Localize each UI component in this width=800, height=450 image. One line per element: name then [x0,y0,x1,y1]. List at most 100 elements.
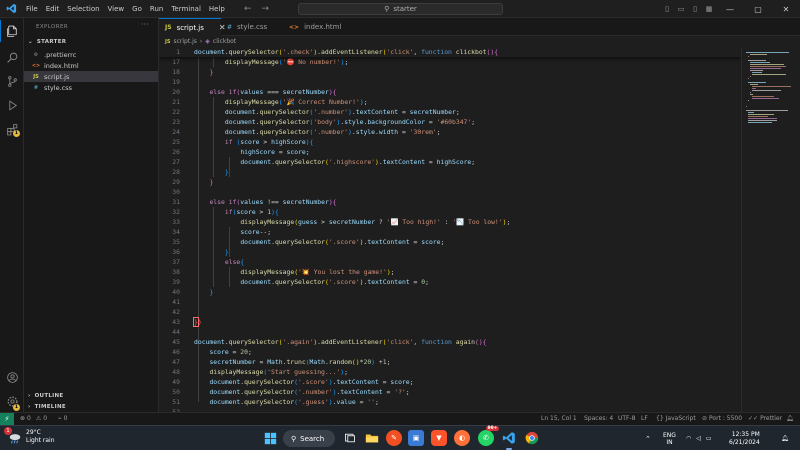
task-view-icon[interactable] [342,430,358,446]
toggle-sidebar-icon[interactable]: ▯ [660,0,674,18]
code-line[interactable]: 50 document.querySelector('.number').tex… [159,387,741,397]
timeline-section[interactable]: › TIMELINE [28,404,66,410]
language-indicator[interactable]: ENG IN [663,426,676,450]
notifications-bell-icon[interactable]: 🔔︎ [786,413,794,425]
code-line[interactable]: 23 document.querySelector('body').style.… [159,117,741,127]
menu-edit[interactable]: Edit [42,0,64,18]
prettier-status[interactable]: ✓✓ Prettier [748,413,782,425]
code-line[interactable]: 41 [159,297,741,307]
breadcrumb-file[interactable]: script.js [173,38,196,45]
tab-style-css[interactable]: # style.css [221,18,283,36]
code-line[interactable]: 25 if (score > highScore){ [159,137,741,147]
code-line[interactable]: 34 score--; [159,227,741,237]
code-line[interactable]: 30 [159,187,741,197]
code-line[interactable]: 27 document.querySelector('.highscore').… [159,157,741,167]
code-line[interactable]: 36 } [159,247,741,257]
toggle-secondary-sidebar-icon[interactable]: ▯ [688,0,702,18]
taskbar-search[interactable]: ⚲ Search [283,430,335,447]
menu-run[interactable]: Run [146,0,167,18]
live-server-port[interactable]: ⊘ Port : 5500 [702,413,742,425]
menu-file[interactable]: File [22,0,42,18]
vscode-taskbar-icon[interactable] [501,430,517,446]
forward-arrow-icon[interactable]: → [262,4,270,14]
code-line[interactable]: 37 else{ [159,257,741,267]
code-line[interactable]: 42 [159,307,741,317]
whatsapp-icon[interactable]: ✆ 99+ [478,426,500,446]
customize-layout-icon[interactable]: ▦ [702,0,716,18]
code-line[interactable]: 22 document.querySelector('.number').tex… [159,107,741,117]
code-line[interactable]: 39 document.querySelector('.score').text… [159,277,741,287]
maximize-button[interactable]: ▢ [744,0,772,18]
explorer-icon[interactable] [0,20,24,42]
code-line[interactable]: 29 } [159,177,741,187]
code-line[interactable]: 21 displayMessage('🎉 Correct Number!'); [159,97,741,107]
toggle-panel-icon[interactable]: ▭ [674,0,688,18]
code-line[interactable]: 20 else if(values === secretNumber){ [159,87,741,97]
code-line[interactable]: 26 highScore = score; [159,147,741,157]
menu-terminal[interactable]: Terminal [167,0,205,18]
problems-indicator[interactable]: ⊗ 0 ⚠ 0 [20,413,47,425]
code-line[interactable]: 44 [159,327,741,337]
minimize-button[interactable]: — [716,0,744,18]
code-line[interactable]: 38 displayMessage('💥 You lost the game!'… [159,267,741,277]
file-item-index-html[interactable]: <> index.html [24,60,158,71]
file-explorer-icon[interactable] [364,430,380,446]
run-debug-icon[interactable] [0,94,24,116]
windows-start-icon[interactable] [262,430,278,446]
cursor-position[interactable]: Ln 15, Col 1 [541,413,577,425]
command-center-search[interactable]: ⚲ starter [298,3,503,15]
clock[interactable]: 12:35 PM 6/21/2024 [729,426,760,450]
minimap[interactable] [741,47,800,412]
firefox-icon[interactable]: ◐ [454,430,470,446]
folder-header[interactable]: ⌄ STARTER [28,39,66,45]
file-item-style-css[interactable]: # style.css [24,82,158,93]
menu-help[interactable]: Help [205,0,229,18]
code-line[interactable]: 45 document.querySelector('.again').addEv… [159,337,741,347]
code-line[interactable]: 33 displayMessage(guess > secretNumber ?… [159,217,741,227]
code-line[interactable]: 48 displayMessage('Start guessing...'); [159,367,741,377]
code-line[interactable]: 32 if(score > 1){ [159,207,741,217]
breadcrumb-symbol[interactable]: clickbot [213,38,236,45]
back-arrow-icon[interactable]: ← [244,4,252,14]
language-mode[interactable]: {} JavaScript [656,413,696,425]
more-actions-icon[interactable]: ··· [141,20,149,29]
menu-view[interactable]: View [104,0,129,18]
outline-section[interactable]: › OUTLINE [28,393,63,399]
tab-index-html[interactable]: <> index.html [283,18,349,36]
sticky-scroll-line[interactable]: 1 document.querySelector('.check').addEve… [159,47,741,57]
code-line[interactable]: 24 document.querySelector('.number').sty… [159,127,741,137]
file-item-script-js[interactable]: JS script.js [24,71,158,82]
tab-script-js[interactable]: JS script.js ✕ [159,18,226,36]
code-line[interactable]: 31 else if(values !== secretNumber){ [159,197,741,207]
code-line[interactable]: 51 document.querySelector('.guess').valu… [159,397,741,407]
encoding[interactable]: UTF-8 [618,413,636,425]
code-line[interactable]: 46 score = 20; [159,347,741,357]
source-control-icon[interactable] [0,70,24,92]
code-line[interactable]: 43}) [159,317,741,327]
code-line[interactable]: 19 [159,77,741,87]
file-item-prettierrc[interactable]: ⚙ .prettierrc [24,49,158,60]
code-line[interactable]: 47 secretNumber = Math.trunc(Math.random… [159,357,741,367]
app-orange-icon[interactable]: ✎ [386,430,402,446]
code-line[interactable]: 17 displayMessage('⛔ No number!'); [159,57,741,67]
settings-gear-icon[interactable]: 1 [0,390,24,412]
code-line[interactable]: 18 } [159,67,741,77]
chrome-icon[interactable] [524,430,540,446]
search-view-icon[interactable] [0,46,24,68]
extensions-icon[interactable]: 1 [0,118,24,140]
end-of-line[interactable]: LF [641,413,648,425]
code-editor[interactable]: 1 document.querySelector('.check').addEve… [159,47,741,412]
code-line[interactable]: 49 document.querySelector('.score').text… [159,377,741,387]
brave-browser-icon[interactable]: ▼ [431,430,447,446]
remote-indicator-icon[interactable]: ⚡ [0,413,14,425]
quick-settings[interactable]: ◠ ◁ ▭ [686,426,712,450]
weather-widget[interactable]: 1 29°C Light rain [4,427,55,445]
menu-go[interactable]: Go [128,0,146,18]
code-line[interactable]: 40 } [159,287,741,297]
code-line[interactable]: 28 } [159,167,741,177]
menu-selection[interactable]: Selection [63,0,103,18]
chevron-up-icon[interactable]: ⌃ [645,435,651,443]
notification-center-icon[interactable]: 🔔︎ [781,426,789,450]
close-window-button[interactable]: ✕ [772,0,800,18]
indentation[interactable]: Spaces: 4 [584,413,613,425]
